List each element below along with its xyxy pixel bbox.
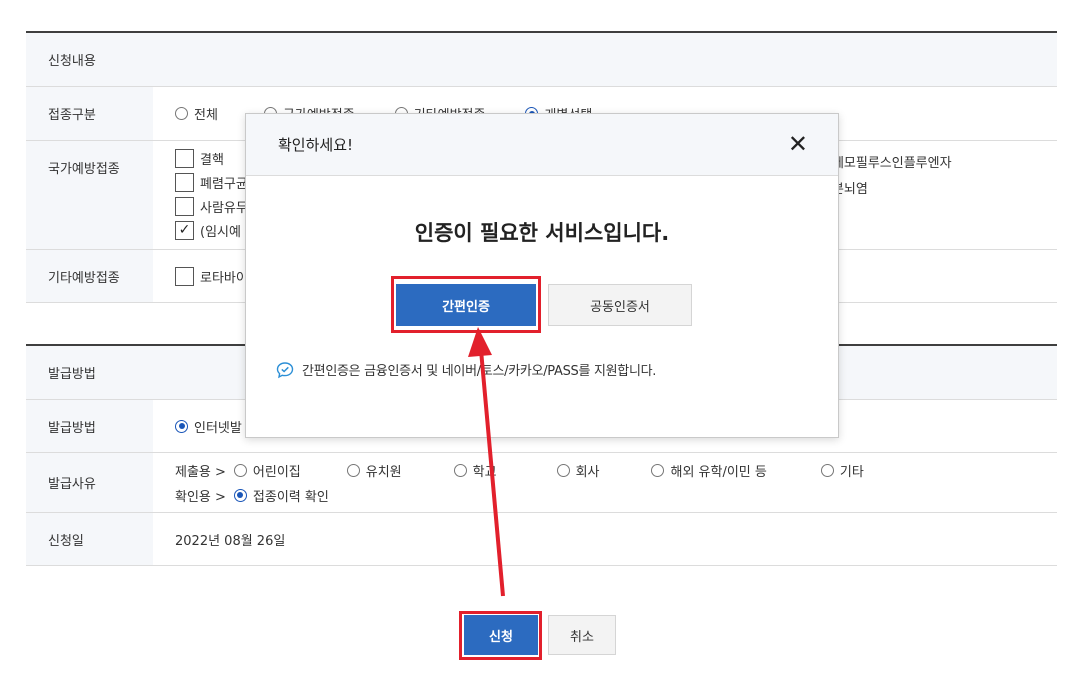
radio-abroad[interactable]: 해외 유학/이민 등 <box>651 461 767 480</box>
info-text: 간편인증은 금융인증서 및 네이버/토스/카카오/PASS를 지원합니다. <box>302 364 657 379</box>
radio-circle[interactable] <box>233 463 247 477</box>
chat-check-icon <box>276 361 294 378</box>
radio-label: 기타 <box>839 464 864 480</box>
cancel-button[interactable]: 취소 <box>548 615 616 655</box>
auth-modal: 확인하세요! ✕ 인증이 필요한 서비스입니다. 간편인증 공동인증서 간편인증… <box>245 113 839 438</box>
row-label: 신청일 <box>26 513 153 565</box>
radio-etc[interactable]: 기타 <box>820 461 864 480</box>
radio-label: 회사 <box>575 464 600 480</box>
checkbox-box[interactable] <box>175 172 194 192</box>
modal-header: 확인하세요! ✕ <box>246 114 838 176</box>
radio-circle[interactable] <box>820 463 834 477</box>
apply-highlight-box <box>459 611 542 660</box>
modal-message: 인증이 필요한 서비스입니다. <box>414 221 670 245</box>
row-label: 접종구분 <box>26 87 153 140</box>
radio-daycare[interactable]: 어린이집 <box>233 461 301 480</box>
checkbox-label: 형헤모필루스인플루엔자 <box>820 156 952 171</box>
submit-prefix: 제출용 > <box>175 464 226 480</box>
radio-circle-selected[interactable] <box>175 419 188 433</box>
page: 신청내용 접종구분 전체 국가예방접종 기타예방접종 개별선택 국가예방접종 결… <box>0 0 1084 673</box>
issue-reason-options: 제출용 > 어린이집 유치원 학교 회사 해외 유학/이민 등 기타 확인용 >… <box>153 453 1057 512</box>
issue-reason-row: 발급사유 제출용 > 어린이집 유치원 학교 회사 해외 유학/이민 등 기타 … <box>26 453 1057 513</box>
row-label: 기타예방접종 <box>26 250 153 302</box>
radio-label: 인터넷발 <box>194 420 242 436</box>
checkbox-box[interactable] <box>175 266 194 286</box>
radio-label: 학교 <box>472 464 497 480</box>
close-icon[interactable]: ✕ <box>788 132 808 156</box>
checkbox-hpv[interactable]: 사람유두 <box>175 195 248 217</box>
radio-company[interactable]: 회사 <box>556 461 600 480</box>
apply-date-row: 신청일 2022년 08월 26일 <box>26 513 1057 566</box>
checkbox-temporary[interactable]: ✓ (임시예 <box>175 219 241 241</box>
radio-circle-selected[interactable] <box>233 488 247 502</box>
radio-internet[interactable]: 인터넷발 <box>175 417 242 436</box>
checkbox-rotavirus[interactable]: 로타바이 <box>175 265 248 287</box>
certificate-button[interactable]: 공동인증서 <box>548 284 692 326</box>
confirm-prefix: 확인용 > <box>175 489 226 505</box>
radio-label: 어린이집 <box>252 464 301 480</box>
checkbox-pneumococcal[interactable]: 폐렴구균 <box>175 171 248 193</box>
radio-label: 접종이력 확인 <box>252 489 329 505</box>
radio-all[interactable]: 전체 <box>175 104 218 123</box>
radio-circle[interactable] <box>556 463 570 477</box>
checkbox-label: 로타바이 <box>200 270 248 286</box>
checkbox-box[interactable] <box>175 196 194 216</box>
section-title: 신청내용 <box>26 33 1057 87</box>
radio-school[interactable]: 학교 <box>453 461 497 480</box>
simple-auth-highlight-box <box>391 276 541 333</box>
national-right-texts: 형헤모필루스인플루엔자 일본뇌염 <box>820 151 952 203</box>
checkbox-tuberculosis[interactable]: 결핵 <box>175 147 224 169</box>
radio-vaccination-history[interactable]: 접종이력 확인 <box>233 486 329 505</box>
checkbox-label: (임시예 <box>200 224 241 240</box>
submit-options: 제출용 > 어린이집 유치원 학교 회사 해외 유학/이민 등 기타 <box>175 461 864 480</box>
radio-label: 전체 <box>194 108 218 123</box>
apply-date-value: 2022년 08월 26일 <box>175 533 286 549</box>
row-label: 국가예방접종 <box>26 141 153 249</box>
checkbox-label: 일본뇌염 <box>820 182 868 197</box>
modal-title: 확인하세요! <box>278 136 354 154</box>
radio-circle[interactable] <box>175 107 188 120</box>
radio-circle[interactable] <box>453 463 467 477</box>
checkbox-label: 폐렴구균 <box>200 176 248 192</box>
row-label: 발급사유 <box>26 453 153 512</box>
checkbox-label: 결핵 <box>200 152 224 168</box>
radio-circle[interactable] <box>651 463 665 477</box>
radio-kindergarten[interactable]: 유치원 <box>346 461 402 480</box>
modal-info: 간편인증은 금융인증서 및 네이버/토스/카카오/PASS를 지원합니다. <box>276 360 656 379</box>
radio-label: 해외 유학/이민 등 <box>670 464 767 480</box>
confirm-options: 확인용 > 접종이력 확인 <box>175 486 369 505</box>
radio-circle[interactable] <box>346 463 360 477</box>
checkbox-label: 사람유두 <box>200 200 248 216</box>
checkmark-icon[interactable]: ✓ <box>175 220 194 240</box>
row-label: 발급방법 <box>26 400 153 452</box>
radio-label: 유치원 <box>365 464 402 480</box>
checkbox-box[interactable] <box>175 148 194 168</box>
